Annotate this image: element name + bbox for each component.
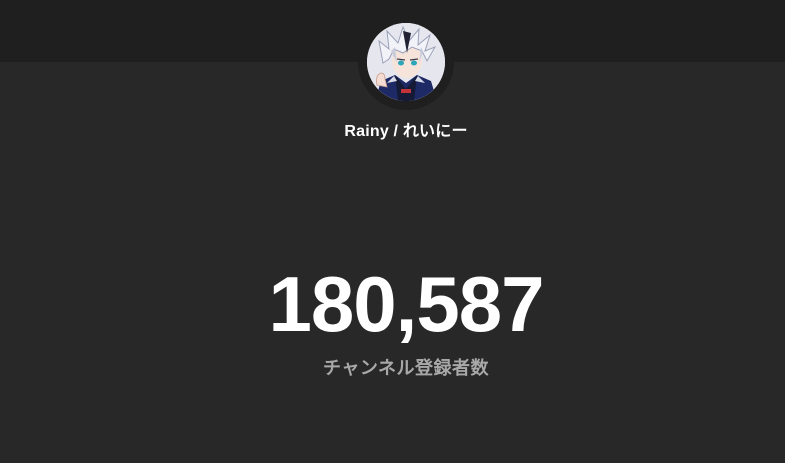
avatar-illustration bbox=[367, 23, 445, 101]
channel-avatar-icon[interactable] bbox=[367, 23, 445, 101]
subscriber-label: チャンネル登録者数 bbox=[323, 358, 489, 378]
channel-name[interactable]: Rainy / れいにー bbox=[0, 117, 785, 141]
subscriber-count: 180,587 bbox=[268, 260, 545, 348]
